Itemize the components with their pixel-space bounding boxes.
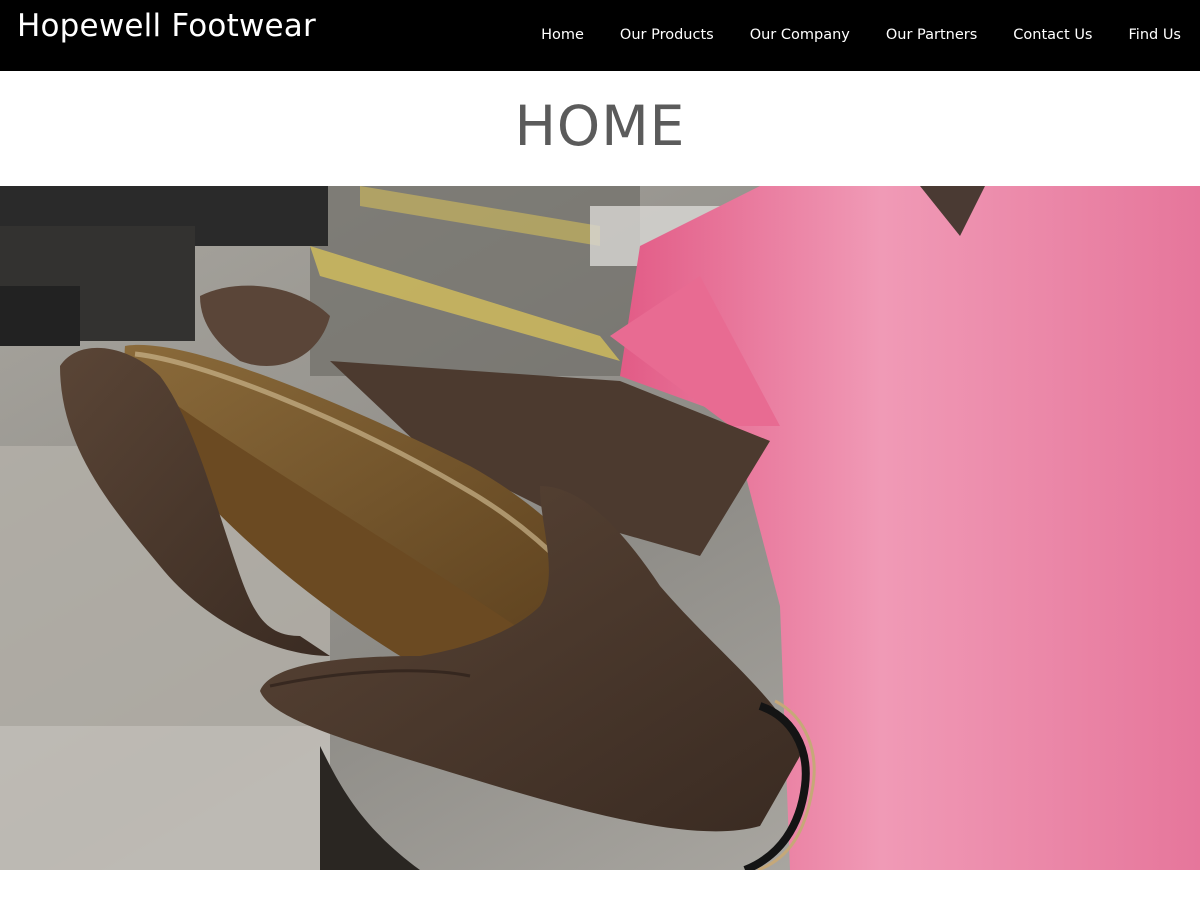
nav-item-our-products: Our Products: [620, 24, 714, 45]
nav-link-home[interactable]: Home: [541, 27, 584, 43]
nav-link-our-products[interactable]: Our Products: [620, 27, 714, 43]
nav-link-contact-us[interactable]: Contact Us: [1013, 27, 1092, 43]
nav-item-find-us: Find Us: [1129, 24, 1182, 45]
nav-link-find-us[interactable]: Find Us: [1129, 27, 1182, 43]
site-header: Hopewell Footwear Home Our Products Our …: [0, 0, 1200, 71]
nav-item-our-company: Our Company: [750, 24, 850, 45]
main-nav: Home Our Products Our Company Our Partne…: [505, 24, 1181, 45]
page-title: HOME: [514, 94, 686, 158]
nav-item-contact-us: Contact Us: [1013, 24, 1092, 45]
shoemaker-photo: [0, 186, 1200, 870]
site-logo-link[interactable]: Hopewell Footwear: [17, 6, 316, 46]
nav-link-our-company[interactable]: Our Company: [750, 27, 850, 43]
nav-item-home: Home: [541, 24, 584, 45]
nav-item-our-partners: Our Partners: [886, 24, 977, 45]
nav-link-our-partners[interactable]: Our Partners: [886, 27, 977, 43]
hero-image: [0, 186, 1200, 870]
